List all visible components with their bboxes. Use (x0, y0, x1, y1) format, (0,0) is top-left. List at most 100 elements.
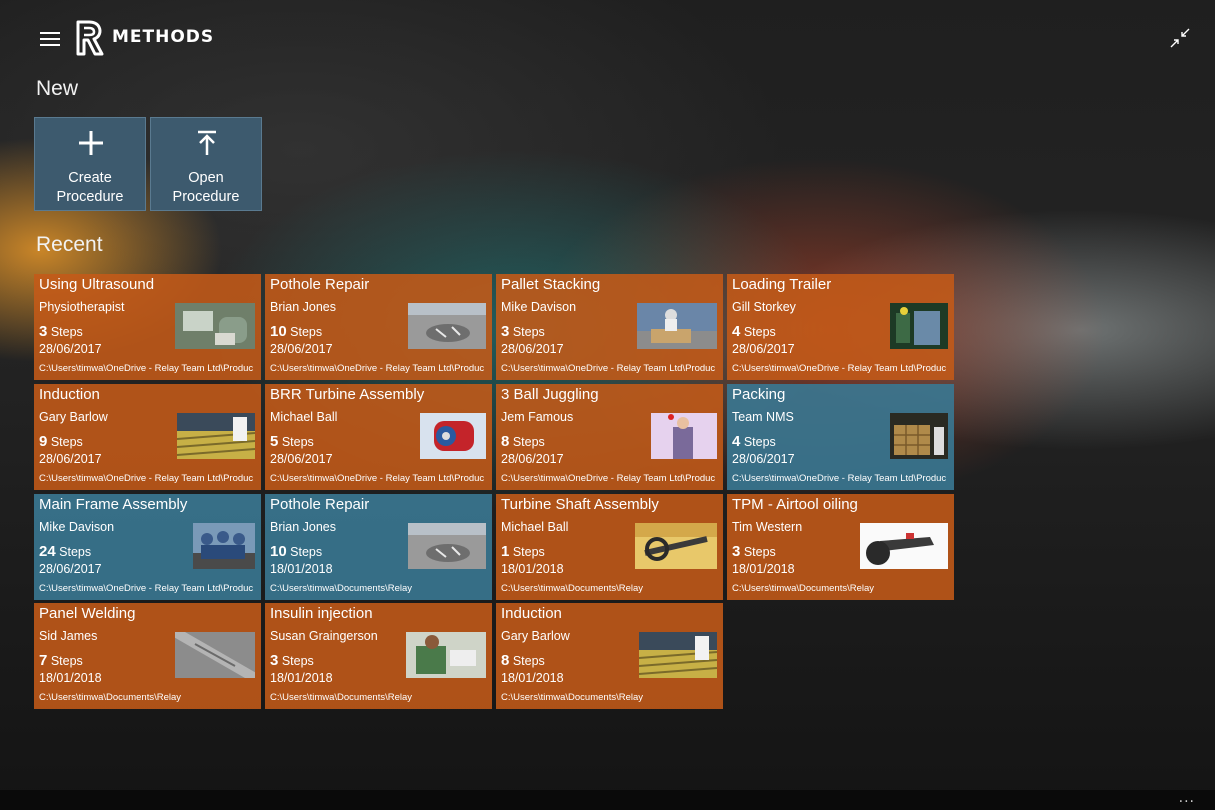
tile-steps-label: Steps (743, 325, 776, 339)
tile-author: Tim Western (732, 520, 803, 534)
tile-author: Michael Ball (501, 520, 569, 534)
recent-procedure-tile[interactable]: TPM - Airtool oiling Tim Western 3 Steps 18… (727, 494, 954, 600)
tile-steps-label: Steps (50, 325, 83, 339)
tile-path: C:\Users\timwa\OneDrive - Relay Team Ltd… (270, 363, 485, 374)
tile-steps-label: Steps (743, 435, 776, 449)
tile-path: C:\Users\timwa\Documents\Relay (501, 583, 644, 594)
tile-thumbnail-image (637, 303, 717, 349)
recent-section-title: Recent (36, 233, 103, 256)
tile-author: Gill Storkey (732, 300, 796, 314)
more-options-button[interactable]: ... (1179, 790, 1195, 806)
tile-step-count: 8 (501, 652, 510, 669)
tile-title: 3 Ball Juggling (501, 386, 599, 403)
tile-author: Brian Jones (270, 520, 337, 534)
tile-date: 28/06/2017 (732, 452, 795, 466)
tile-thumbnail-image (408, 303, 486, 349)
recent-procedure-tile[interactable]: Insulin injection Susan Graingerson 3 Step… (265, 603, 492, 709)
tile-title: Main Frame Assembly (39, 496, 188, 513)
tile-title: Induction (501, 605, 562, 622)
tile-path: C:\Users\timwa\OneDrive - Relay Team Ltd… (501, 363, 716, 374)
tile-date: 28/06/2017 (39, 562, 102, 576)
tile-step-count: 24 (39, 543, 56, 560)
tile-steps: 4 Steps (732, 433, 776, 450)
plus-icon (79, 131, 103, 155)
top-bar: METHODS (0, 0, 1215, 75)
tile-step-count: 9 (39, 433, 48, 450)
tile-date: 28/06/2017 (39, 452, 102, 466)
tile-path: C:\Users\timwa\Documents\Relay (270, 583, 413, 594)
tile-title: BRR Turbine Assembly (270, 386, 425, 403)
tile-thumbnail-image (175, 303, 255, 349)
tile-steps: 8 Steps (501, 652, 545, 669)
tile-title: TPM - Airtool oiling (732, 496, 858, 513)
tile-author: Michael Ball (270, 410, 338, 424)
tile-step-count: 7 (39, 652, 48, 669)
recent-procedure-tile[interactable]: Panel Welding Sid James 7 Steps 18/01/2018 C… (34, 603, 261, 709)
tile-thumbnail-image (177, 413, 255, 459)
tile-step-count: 4 (732, 433, 741, 450)
recent-procedure-tile[interactable]: Turbine Shaft Assembly Michael Ball 1 Step… (496, 494, 723, 600)
tile-title: Packing (732, 386, 786, 403)
tile-path: C:\Users\timwa\Documents\Relay (501, 692, 644, 703)
tile-date: 28/06/2017 (270, 452, 333, 466)
tile-author: Mike Davison (39, 520, 115, 534)
create-procedure-button[interactable]: Create Procedure (34, 117, 146, 211)
tile-date: 28/06/2017 (732, 342, 795, 356)
tile-steps: 1 Steps (501, 543, 545, 560)
tile-thumbnail-image (890, 413, 948, 459)
tile-author: Gary Barlow (501, 629, 570, 643)
tile-path: C:\Users\timwa\Documents\Relay (270, 692, 413, 703)
tile-steps: 3 Steps (270, 652, 314, 669)
tile-title: Induction (39, 386, 100, 403)
tile-step-count: 10 (270, 323, 287, 340)
tile-thumbnail-image (420, 413, 486, 459)
recent-procedure-tile[interactable]: 3 Ball Juggling Jem Famous 8 Steps 28/06/20… (496, 384, 723, 490)
tile-step-count: 3 (732, 543, 741, 560)
tile-path: C:\Users\timwa\Documents\Relay (39, 692, 182, 703)
tile-thumbnail-image (890, 303, 948, 349)
tile-title: Loading Trailer (732, 276, 832, 293)
tile-date: 28/06/2017 (270, 342, 333, 356)
tile-author: Physiotherapist (39, 300, 125, 314)
tile-path: C:\Users\timwa\OneDrive - Relay Team Ltd… (501, 473, 716, 484)
recent-procedure-tile[interactable]: Pallet Stacking Mike Davison 3 Steps 28/06/… (496, 274, 723, 380)
tile-date: 18/01/2018 (501, 671, 564, 685)
tile-date: 18/01/2018 (39, 671, 102, 685)
tile-steps: 10 Steps (270, 323, 322, 340)
tile-title: Pothole Repair (270, 496, 370, 513)
recent-procedure-tile[interactable]: Main Frame Assembly Mike Davison 24 Steps 2… (34, 494, 261, 600)
tile-steps-label: Steps (50, 435, 83, 449)
tile-author: Team NMS (732, 410, 794, 424)
tile-author: Mike Davison (501, 300, 577, 314)
recent-procedure-tile[interactable]: Induction Gary Barlow 8 Steps 18/01/2018 C:\… (496, 603, 723, 709)
tile-date: 18/01/2018 (270, 562, 333, 576)
recent-procedure-tile[interactable]: Pothole Repair Brian Jones 10 Steps 18/01/2… (265, 494, 492, 600)
tile-path: C:\Users\timwa\Documents\Relay (732, 583, 875, 594)
tile-steps: 24 Steps (39, 543, 91, 560)
tile-steps: 10 Steps (270, 543, 322, 560)
recent-procedure-tile[interactable]: Using Ultrasound Physiotherapist 3 Steps 28… (34, 274, 261, 380)
tile-steps-label: Steps (281, 654, 314, 668)
tile-title: Pothole Repair (270, 276, 370, 293)
recent-procedure-tile[interactable]: Pothole Repair Brian Jones 10 Steps 28/06/2… (265, 274, 492, 380)
recent-procedure-tile[interactable]: Packing Team NMS 4 Steps 28/06/2017 C:\Users… (727, 384, 954, 490)
tile-steps: 8 Steps (501, 433, 545, 450)
tile-date: 28/06/2017 (39, 342, 102, 356)
tile-path: C:\Users\timwa\OneDrive - Relay Team Ltd… (270, 473, 485, 484)
open-procedure-button[interactable]: Open Procedure (150, 117, 262, 211)
tile-steps-label: Steps (290, 545, 323, 559)
tile-thumbnail-image (175, 632, 255, 678)
recent-procedure-tile[interactable]: Induction Gary Barlow 9 Steps 28/06/2017 C:\… (34, 384, 261, 490)
tile-steps-label: Steps (743, 545, 776, 559)
tile-path: C:\Users\timwa\OneDrive - Relay Team Ltd… (732, 363, 947, 374)
recent-procedure-tile[interactable]: BRR Turbine Assembly Michael Ball 5 Steps 2… (265, 384, 492, 490)
tile-steps-label: Steps (512, 545, 545, 559)
exit-fullscreen-icon[interactable] (1170, 28, 1190, 48)
tile-step-count: 8 (501, 433, 510, 450)
tile-step-count: 1 (501, 543, 510, 560)
recent-procedure-tile[interactable]: Loading Trailer Gill Storkey 4 Steps 28/06/… (727, 274, 954, 380)
hamburger-menu-icon[interactable] (40, 32, 60, 46)
tile-title: Using Ultrasound (39, 276, 155, 293)
tile-author: Susan Graingerson (270, 629, 378, 643)
tile-thumbnail-image (406, 632, 486, 678)
